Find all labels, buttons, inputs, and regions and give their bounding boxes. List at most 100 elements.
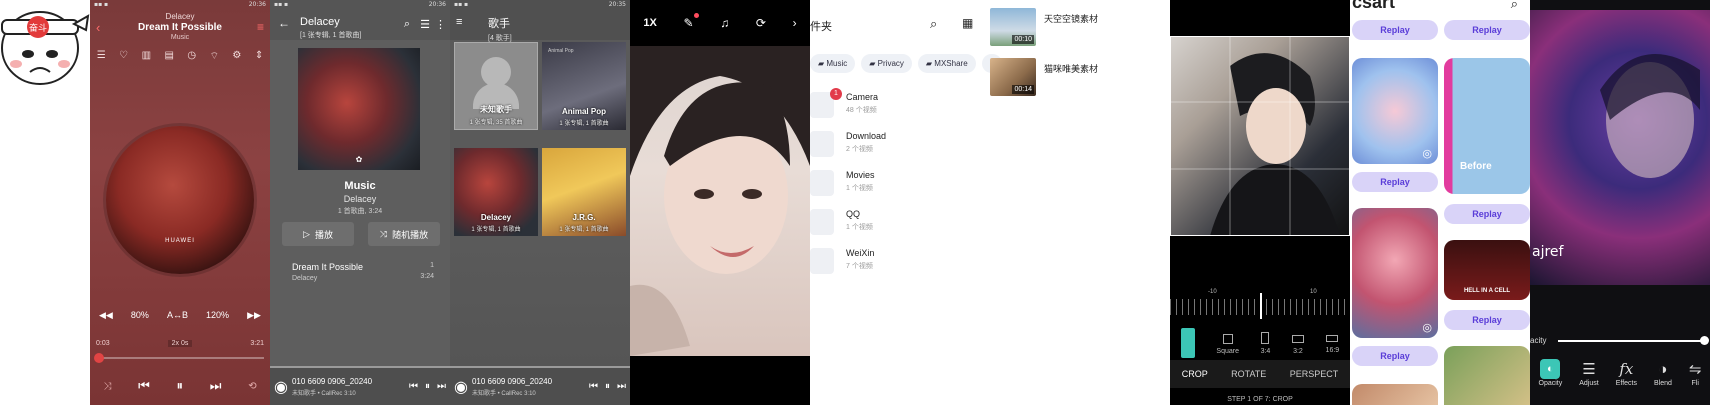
video-item[interactable]: 00:14 猫咪唯美素材 xyxy=(990,58,1170,98)
folder-item[interactable]: QQ 1 个视频 xyxy=(810,205,1010,241)
opacity-slider-knob[interactable] xyxy=(1700,336,1709,345)
settings-icon[interactable]: ⚙ xyxy=(232,50,241,63)
folder-item[interactable]: Download 2 个视频 xyxy=(810,127,1010,163)
track-length: 3:24 xyxy=(420,273,434,280)
tab-music[interactable]: ▰ Music xyxy=(810,54,856,73)
gallery-image[interactable]: Before xyxy=(1444,58,1530,194)
gallery-image[interactable] xyxy=(1444,346,1530,405)
gallery-image[interactable]: HELL IN A CELL xyxy=(1444,240,1530,300)
album-cover[interactable]: ✿ xyxy=(298,48,420,170)
tab-mxshare[interactable]: ▰ MXShare xyxy=(917,54,976,73)
previous-icon[interactable]: ⏮ xyxy=(138,378,150,394)
mini-player[interactable]: ◉ 010 6609 0906_20240 未知歌手 • CallRec 3:1… xyxy=(270,366,450,405)
layout-icon[interactable]: ▦ xyxy=(962,16,973,30)
rewind-icon[interactable]: ◀◀ xyxy=(99,310,113,321)
next-icon[interactable]: ⏭ xyxy=(210,378,222,394)
menu-icon[interactable]: ≡ xyxy=(456,16,462,28)
next-icon[interactable]: ⏭ xyxy=(437,381,446,392)
blend-icon: ◑ xyxy=(1658,360,1668,378)
gallery-image[interactable] xyxy=(1352,384,1438,405)
opacity-slider[interactable] xyxy=(1558,340,1708,342)
replay-button[interactable]: Replay xyxy=(1352,172,1438,192)
artist-tile[interactable]: J.R.G. 1 张专辑, 1 首歌曲 xyxy=(542,148,626,236)
gallery-image[interactable]: ◎ xyxy=(1352,58,1438,164)
folder-item[interactable]: WeiXin 7 个视频 xyxy=(810,244,1010,280)
playlist-add-icon[interactable]: ☰ xyxy=(97,50,106,63)
replay-button[interactable]: Replay xyxy=(1444,204,1530,224)
repeat-icon[interactable]: ⟲ xyxy=(248,381,256,392)
artist-tile[interactable]: Animal Pop Animal Pop 1 张专辑, 1 首歌曲 xyxy=(542,42,626,130)
seek-bar[interactable] xyxy=(96,357,264,359)
speed-value[interactable]: 80% xyxy=(131,310,149,321)
ratio-square[interactable]: Square xyxy=(1216,328,1239,358)
gallery-image[interactable]: ◎ xyxy=(1352,208,1438,338)
time-marker: 2x 0s xyxy=(167,340,193,347)
poster-label: HELL IN A CELL xyxy=(1463,288,1511,294)
ab-repeat-button[interactable]: A↔B xyxy=(167,310,188,321)
previous-icon[interactable]: ⏮ xyxy=(589,381,598,392)
ratio-16-9[interactable]: 16:9 xyxy=(1326,328,1339,358)
pause-icon[interactable]: ⏸ xyxy=(605,381,610,392)
tool-effects[interactable]: fx Effects xyxy=(1616,358,1637,387)
replay-button[interactable]: Replay xyxy=(1352,346,1438,366)
equalizer-icon[interactable]: ▥ xyxy=(142,50,151,63)
next-icon[interactable]: ⏭ xyxy=(617,381,626,392)
swap-icon[interactable]: ⇕ xyxy=(255,50,263,63)
video-thumbnail: 00:14 xyxy=(990,58,1036,96)
wifi-icon[interactable]: ⌔ xyxy=(210,50,219,63)
share-icon: ▰ xyxy=(925,59,933,68)
back-icon[interactable]: ← xyxy=(278,16,290,30)
tool-blend[interactable]: ◑ Blend xyxy=(1654,358,1672,388)
shuffle-icon[interactable]: ⤨ xyxy=(103,381,111,392)
status-bar: ▪▪ ▪ 20:36 xyxy=(270,0,450,10)
rotate-icon[interactable]: ⟳ xyxy=(756,16,766,30)
tool-opacity[interactable]: ◐ Opacity xyxy=(1539,358,1562,387)
artist-tile[interactable]: 未知歌手 1 张专辑, 35 首歌曲 xyxy=(454,42,538,130)
crop-image[interactable] xyxy=(1170,36,1350,236)
pause-icon[interactable]: ⏸ xyxy=(425,381,430,392)
pause-icon[interactable]: ⏸ xyxy=(177,378,184,394)
tab-perspective[interactable]: PERSPECT xyxy=(1290,369,1339,379)
album-disc: HUAWEI xyxy=(106,126,254,274)
chevron-right-icon[interactable]: › xyxy=(793,16,797,30)
folder-item[interactable]: Movies 1 个视频 xyxy=(810,166,1010,202)
seek-knob[interactable] xyxy=(94,353,104,363)
artist-tile[interactable]: Delacey 1 张专辑, 1 首歌曲 xyxy=(454,148,538,236)
replay-button[interactable]: Replay xyxy=(1444,310,1530,330)
replay-button[interactable]: Replay xyxy=(1444,20,1530,40)
tab-rotate[interactable]: ROTATE xyxy=(1231,369,1266,379)
queue-icon[interactable]: ▤ xyxy=(164,50,173,63)
search-icon[interactable]: ⌕ xyxy=(404,18,410,31)
search-icon[interactable]: ⌕ xyxy=(1511,0,1518,12)
heart-icon[interactable]: ♡ xyxy=(119,50,128,63)
notification-badge: 1 xyxy=(830,88,842,100)
list-icon[interactable]: ☰ xyxy=(420,18,430,31)
replay-button[interactable]: Replay xyxy=(1352,20,1438,40)
ratio-3-4[interactable]: 3:4 xyxy=(1261,328,1270,358)
artist-name: Delacey xyxy=(165,12,195,21)
before-label: Before xyxy=(1460,161,1492,172)
tab-crop[interactable]: CROP xyxy=(1182,369,1208,379)
headphones-icon[interactable]: ♫ xyxy=(720,16,729,30)
pitch-value[interactable]: 120% xyxy=(206,310,229,321)
forward-icon[interactable]: ▶▶ xyxy=(247,310,261,321)
search-icon[interactable]: ⌕ xyxy=(930,16,937,32)
track-row[interactable]: Dream It Possible Delacey 1 3:24 xyxy=(292,262,442,282)
speed-button[interactable]: 1X xyxy=(643,17,656,29)
previous-icon[interactable]: ⏮ xyxy=(409,381,418,392)
more-icon[interactable]: ⋮ xyxy=(435,18,446,31)
tab-privacy[interactable]: ▰ Privacy xyxy=(861,54,912,73)
tool-adjust[interactable]: ☰ Adjust xyxy=(1579,358,1598,387)
mini-player[interactable]: ◉ 010 6609 0906_20240 未知歌手 • CallRec 3:1… xyxy=(450,366,630,405)
tool-flip[interactable]: ⇋ Fli xyxy=(1689,358,1702,387)
play-button[interactable]: ▷ 播放 xyxy=(282,222,354,246)
rotation-ruler[interactable]: -10 10 xyxy=(1170,283,1350,321)
ratio-free[interactable] xyxy=(1180,328,1195,358)
shuffle-play-button[interactable]: ⤨ 随机播放 xyxy=(368,222,440,246)
file-manager-panel: 件夹 ⌕ ▦ ▰ Music ▰ Privacy ▰ MXShare ≡ 1 C… xyxy=(810,0,1170,405)
timer-icon[interactable]: ◷ xyxy=(187,50,196,63)
ratio-3-2[interactable]: 3:2 xyxy=(1291,328,1304,358)
video-item[interactable]: 00:10 天空空镜素材 xyxy=(990,8,1170,48)
folder-item[interactable]: 1 Camera 48 个视频 xyxy=(810,88,1010,124)
pencil-icon[interactable]: ✎ xyxy=(683,13,699,30)
